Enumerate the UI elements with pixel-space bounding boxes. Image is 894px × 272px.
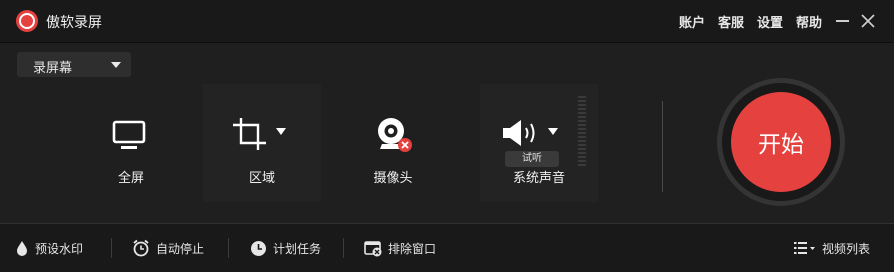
service-menu[interactable]: 客服 [718,12,744,31]
webcam-button[interactable]: 摄像头 [334,84,452,202]
webcam-icon [378,118,412,152]
alarm-clock-icon [133,239,149,257]
settings-menu[interactable]: 设置 [757,12,783,31]
auto-stop-button[interactable]: 自动停止 [132,238,204,258]
capture-mode-select[interactable]: 录屏幕 [17,52,131,77]
minimize-button[interactable] [836,20,849,22]
exclude-window-label: 排除窗口 [388,241,437,256]
exclude-window-button[interactable]: 排除窗口 [364,238,436,258]
speaker-icon [503,120,558,146]
window-exclude-icon [364,240,382,256]
schedule-task-label: 计划任务 [273,241,322,256]
video-list-label: 视频列表 [822,241,871,256]
title-bar: 傲软录屏 账户 客服 设置 帮助 [0,0,894,43]
chevron-down-icon [111,62,121,68]
preset-watermark-label: 预设水印 [35,241,84,256]
help-menu[interactable]: 帮助 [796,12,822,31]
clock-icon [251,240,266,256]
list-icon [794,242,815,254]
fullscreen-button[interactable]: 全屏 [72,84,190,202]
crop-icon [233,118,286,150]
region-label: 区域 [248,171,275,186]
auto-stop-label: 自动停止 [156,241,205,256]
preset-watermark-button[interactable]: 预设水印 [15,238,83,258]
account-menu[interactable]: 账户 [679,12,705,31]
capture-mode-value: 录屏幕 [33,61,73,76]
audio-test-button[interactable]: 试听 [505,151,559,167]
schedule-task-button[interactable]: 计划任务 [250,238,321,258]
start-button[interactable]: 开始 [731,92,831,192]
separator [111,238,112,258]
top-menu: 账户 客服 设置 帮助 [679,12,822,31]
volume-meter [578,96,586,166]
app-title: 傲软录屏 [46,15,102,31]
separator [228,238,229,258]
video-list-button[interactable]: 视频列表 [794,238,870,258]
divider [662,101,663,192]
bottom-bar: 预设水印 自动停止 计划任务 排除窗口 视频列表 [0,223,894,272]
system-audio-label: 系统声音 [512,171,565,186]
record-logo-icon [16,10,38,32]
fullscreen-label: 全屏 [117,171,144,186]
drop-icon [17,241,27,256]
region-button[interactable]: 区域 [203,84,321,202]
separator [343,238,344,258]
monitor-icon [112,120,146,149]
webcam-label: 摄像头 [373,171,413,186]
close-icon[interactable] [858,11,878,31]
